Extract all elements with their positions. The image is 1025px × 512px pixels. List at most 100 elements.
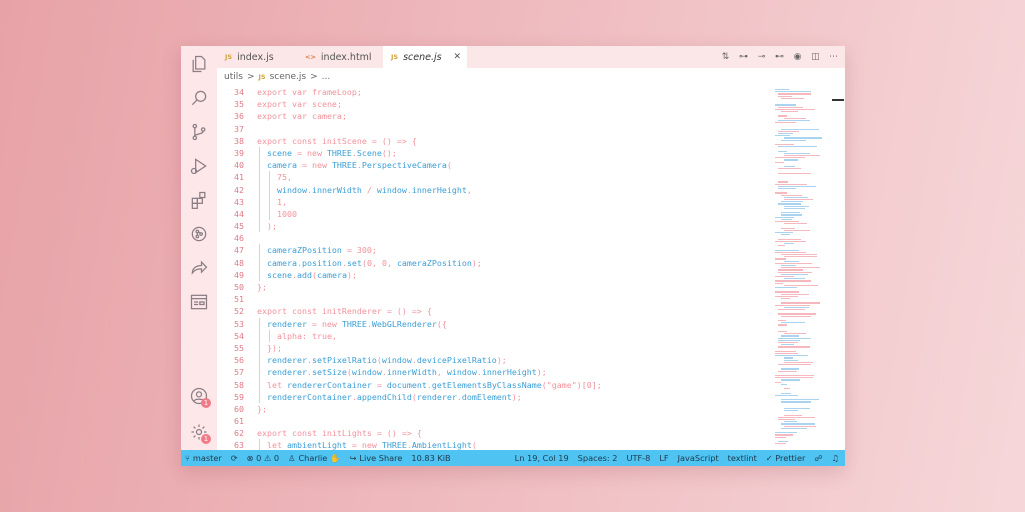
- code-text: let rendererContainer = document.getElem…: [257, 379, 602, 390]
- next-revision-icon[interactable]: ⊷: [774, 52, 785, 62]
- code-text: renderer.setPixelRatio(window.devicePixe…: [257, 355, 507, 366]
- code-line[interactable]: 62 export const initLights = () => {: [217, 427, 769, 439]
- editor-window: 1 1 JS index.js <> index.html JS scene.j…: [181, 46, 845, 466]
- breadcrumb-more[interactable]: ...: [322, 72, 331, 82]
- minimap-line: [784, 425, 816, 427]
- cursor-position[interactable]: Ln 19, Col 19: [515, 453, 569, 463]
- code-line[interactable]: 54 alpha: true,: [217, 329, 769, 342]
- code-line[interactable]: 55 });: [217, 341, 769, 355]
- close-icon[interactable]: ✕: [453, 52, 461, 62]
- code-line[interactable]: 52 export const initRenderer = () => {: [217, 305, 769, 317]
- code-line[interactable]: 36 export var camera;: [217, 110, 769, 122]
- code-line[interactable]: 48 camera.position.set(0, 0, cameraZPosi…: [217, 256, 769, 269]
- gitlens-icon[interactable]: [187, 222, 211, 246]
- encoding[interactable]: UTF-8: [626, 453, 650, 463]
- minimap-line: [775, 381, 782, 383]
- minimap-line: [778, 185, 816, 187]
- minimap[interactable]: [771, 85, 829, 450]
- code-text: };: [257, 282, 267, 292]
- code-line[interactable]: 56 renderer.setPixelRatio(window.deviceP…: [217, 354, 769, 367]
- language-mode[interactable]: JavaScript: [678, 453, 719, 463]
- code-line[interactable]: 49 scene.add(camera);: [217, 268, 769, 281]
- line-number: 62: [234, 428, 244, 439]
- problems-status[interactable]: ⊗ 0 ⚠ 0: [247, 453, 279, 463]
- tab-index-js[interactable]: JS index.js: [217, 46, 297, 68]
- extensions-icon[interactable]: [187, 188, 211, 212]
- code-editor[interactable]: 34 export var frameLoop; 35 export var scen…: [217, 86, 769, 450]
- indent-guide: [259, 366, 260, 379]
- open-changes-icon[interactable]: ⇅: [720, 52, 731, 62]
- minimap-line: [781, 227, 795, 229]
- code-line[interactable]: 37: [217, 123, 769, 135]
- minimap-line: [784, 199, 813, 201]
- notifications-icon[interactable]: ♫: [832, 453, 839, 463]
- minimap-line: [775, 91, 811, 93]
- indentation[interactable]: Spaces: 2: [578, 453, 618, 463]
- live-share-icon[interactable]: [187, 256, 211, 280]
- code-line[interactable]: 53 renderer = new THREE.WebGLRenderer({: [217, 317, 769, 330]
- minimap-line: [784, 223, 808, 225]
- minimap-line: [784, 284, 818, 286]
- run-debug-icon[interactable]: [187, 154, 211, 178]
- indent-guide: [269, 195, 270, 208]
- indent-guide: [259, 317, 260, 330]
- source-control-icon[interactable]: [187, 120, 211, 144]
- code-line[interactable]: 42 window.innerWidth / window.innerHeigh…: [217, 183, 769, 196]
- prettier-status[interactable]: ✓ Prettier: [766, 453, 806, 463]
- breadcrumb-file[interactable]: scene.js: [270, 72, 306, 82]
- search-icon[interactable]: [187, 86, 211, 110]
- blame-icon[interactable]: ◉: [792, 52, 803, 62]
- previous-revision-icon[interactable]: ⊸: [756, 52, 767, 62]
- live-share-status[interactable]: ↪ Live Share: [350, 453, 403, 463]
- minimap-line: [781, 335, 800, 337]
- settings-icon[interactable]: 1: [187, 420, 211, 444]
- code-line[interactable]: 59 rendererContainer.appendChild(rendere…: [217, 390, 769, 403]
- branch-name: master: [192, 453, 222, 463]
- minimap-line: [781, 214, 803, 216]
- code-line[interactable]: 57 renderer.setSize(window.innerWidth, w…: [217, 366, 769, 379]
- code-line[interactable]: 45 );: [217, 220, 769, 233]
- minimap-line: [775, 104, 797, 106]
- branch-status[interactable]: ⑂ master: [185, 453, 222, 463]
- code-line[interactable]: 46: [217, 232, 769, 244]
- code-line[interactable]: 47 cameraZPosition = 300;: [217, 244, 769, 257]
- split-editor-icon[interactable]: ◫: [810, 52, 821, 62]
- breadcrumb-folder[interactable]: utils: [224, 72, 243, 82]
- code-line[interactable]: 50};: [217, 281, 769, 293]
- sync-icon[interactable]: ⟳: [231, 453, 238, 463]
- line-number: 41: [234, 172, 244, 183]
- end-of-line[interactable]: LF: [659, 453, 668, 463]
- code-line[interactable]: 40 camera = new THREE.PerspectiveCamera(: [217, 159, 769, 172]
- minimap-line: [775, 135, 791, 137]
- tab-index-html[interactable]: <> index.html: [297, 46, 383, 68]
- linter-status[interactable]: textlint: [728, 453, 757, 463]
- code-line[interactable]: 34 export var frameLoop;: [217, 86, 769, 98]
- code-line[interactable]: 63 let ambientLight = new THREE.AmbientL…: [217, 439, 769, 450]
- minimap-line: [781, 194, 802, 196]
- code-line[interactable]: 44 1000: [217, 207, 769, 221]
- minimap-line: [778, 93, 811, 95]
- code-line[interactable]: 41 75,: [217, 171, 769, 184]
- code-line[interactable]: 51: [217, 293, 769, 305]
- code-line[interactable]: 58 let rendererContainer = document.getE…: [217, 378, 769, 391]
- code-line[interactable]: 60};: [217, 403, 769, 415]
- feedback-icon[interactable]: ☍: [814, 453, 822, 463]
- user-status[interactable]: ♙ Charlie ✋: [288, 453, 340, 464]
- panel-icon[interactable]: [187, 290, 211, 314]
- files-icon[interactable]: [187, 52, 211, 76]
- minimap-line: [781, 423, 815, 425]
- git-commit-icon[interactable]: ⊶: [738, 52, 749, 62]
- code-text: 1,: [276, 196, 287, 207]
- more-actions-icon[interactable]: ⋯: [828, 52, 839, 62]
- account-icon[interactable]: 1: [187, 384, 211, 408]
- code-line[interactable]: 39 scene = new THREE.Scene();: [217, 146, 769, 160]
- minimap-line: [781, 344, 794, 346]
- code-line[interactable]: 61: [217, 415, 769, 427]
- code-line[interactable]: 35 export var scene;: [217, 98, 769, 110]
- line-number: 43: [234, 196, 244, 207]
- code-line[interactable]: 43 1,: [217, 195, 769, 208]
- code-line[interactable]: 38 export const initScene = () => {: [217, 135, 769, 147]
- line-number: 39: [234, 147, 244, 158]
- code-text: export var frameLoop;: [257, 87, 362, 97]
- tab-scene-js[interactable]: JS scene.js ✕: [383, 46, 467, 68]
